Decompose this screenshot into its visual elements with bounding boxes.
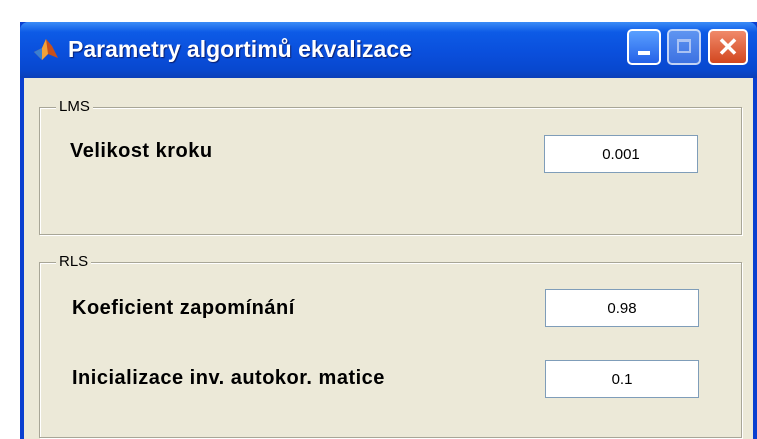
maximize-button[interactable] — [667, 29, 701, 65]
window-title: Parametry algortimů ekvalizace — [68, 36, 412, 62]
minimize-button[interactable] — [627, 29, 661, 65]
inverse-autocorr-init-input[interactable] — [545, 360, 699, 398]
lms-legend: LMS — [56, 98, 93, 116]
maximize-icon — [677, 39, 691, 53]
forgetting-factor-label: Koeficient zapomínání — [72, 297, 295, 319]
inverse-autocorr-init-label: Inicializace inv. autokor. matice — [72, 367, 385, 389]
dialog-body: LMS Velikost kroku RLS Koeficient zapomí… — [24, 78, 753, 439]
title-bar[interactable]: Parametry algortimů ekvalizace ✕ — [20, 22, 757, 78]
close-button[interactable]: ✕ — [708, 29, 748, 65]
close-icon: ✕ — [717, 32, 739, 62]
matlab-logo-icon — [32, 36, 60, 62]
step-size-label: Velikost kroku — [70, 140, 213, 162]
minimize-icon — [638, 51, 650, 55]
forgetting-factor-input[interactable] — [545, 289, 699, 327]
rls-panel: RLS Koeficient zapomínání Inicializace i… — [39, 253, 742, 438]
step-size-input[interactable] — [544, 135, 698, 173]
rls-legend: RLS — [56, 253, 92, 271]
dialog-window: Parametry algortimů ekvalizace ✕ LMS Vel… — [20, 22, 757, 439]
lms-panel: LMS Velikost kroku — [39, 98, 742, 235]
